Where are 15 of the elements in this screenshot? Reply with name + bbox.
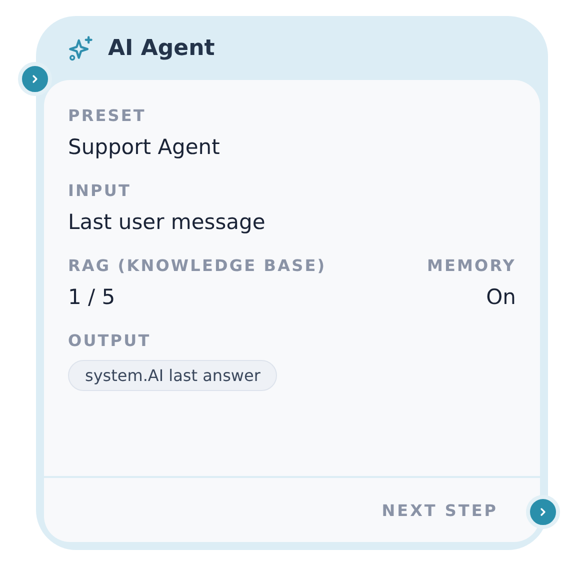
sparkle-icon xyxy=(68,35,94,61)
output-handle[interactable] xyxy=(526,495,560,529)
input-handle[interactable] xyxy=(18,62,52,96)
field-label: RAG (KNOWLEDGE BASE) xyxy=(68,256,326,275)
field-label: PRESET xyxy=(68,106,147,125)
field-label: MEMORY xyxy=(426,256,516,275)
field-value: Last user message xyxy=(68,210,266,234)
field-label: OUTPUT xyxy=(68,331,152,350)
field-value: Support Agent xyxy=(68,135,221,159)
field-value: On xyxy=(486,285,516,309)
variable-chip: system.AI last answer xyxy=(68,360,278,391)
next-step-label: NEXT STEP xyxy=(382,500,498,520)
field-label: INPUT xyxy=(68,181,132,200)
node-title: AI Agent xyxy=(108,36,215,60)
field-value: 1 / 5 xyxy=(68,285,116,309)
